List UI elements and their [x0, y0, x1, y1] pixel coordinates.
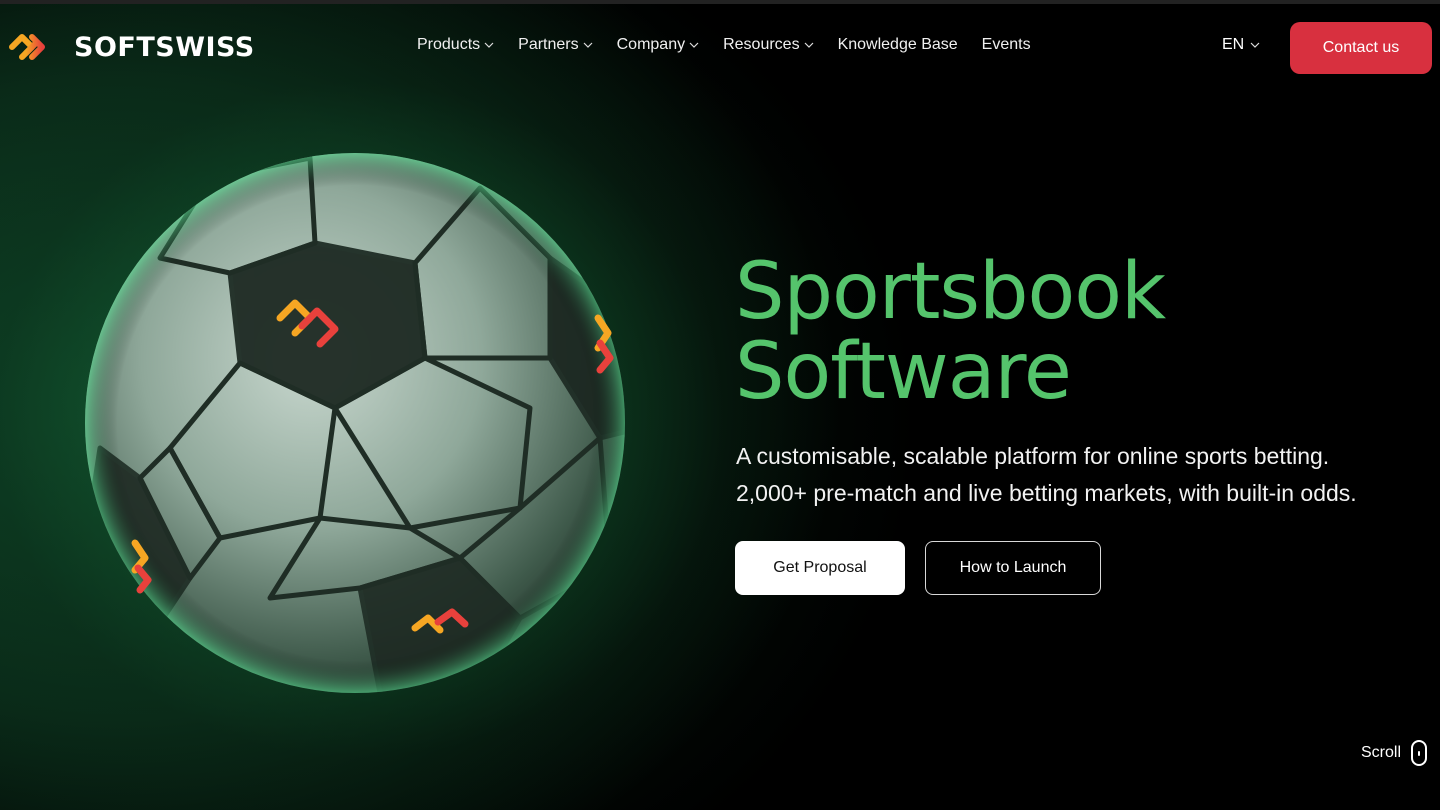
chevron-down-icon — [583, 42, 593, 48]
scroll-label: Scroll — [1361, 744, 1402, 761]
hero-title-line-1: Sportsbook — [735, 247, 1166, 337]
nav-item-label: Products — [417, 36, 481, 53]
mouse-icon — [1411, 740, 1428, 766]
hero-description-line-2: 2,000+ pre-match and live betting market… — [736, 480, 1357, 506]
nav-item-label: Partners — [518, 36, 579, 53]
softswiss-logo-icon — [9, 34, 45, 60]
chevron-down-icon — [1250, 42, 1260, 48]
nav-item-label: Knowledge Base — [837, 36, 958, 53]
how-to-launch-button[interactable]: How to Launch — [925, 541, 1101, 595]
nav-item-products[interactable]: Products — [417, 36, 494, 54]
chevron-down-icon — [484, 42, 494, 48]
softswiss-logo[interactable]: SOFTSWISS — [8, 30, 255, 64]
contact-us-button[interactable]: Contact us — [1290, 22, 1432, 74]
hero-description-line-1: A customisable, scalable platform for on… — [736, 443, 1330, 469]
nav-item-partners[interactable]: Partners — [518, 36, 593, 54]
language-label: EN — [1222, 36, 1245, 53]
nav-item-company[interactable]: Company — [617, 36, 699, 54]
main-nav: Products Partners Company Resources Know… — [417, 36, 1055, 54]
get-proposal-button[interactable]: Get Proposal — [735, 541, 905, 595]
nav-item-events[interactable]: Events — [982, 36, 1031, 54]
hero-title-line-2: Software — [735, 327, 1072, 417]
top-border — [0, 0, 1440, 4]
soccer-ball-image — [85, 153, 625, 693]
nav-item-knowledge-base[interactable]: Knowledge Base — [838, 36, 958, 54]
chevron-down-icon — [689, 42, 699, 48]
hero-description: A customisable, scalable platform for on… — [736, 438, 1436, 512]
nav-item-label: Resources — [723, 36, 800, 53]
language-selector[interactable]: EN — [1222, 36, 1260, 54]
scroll-indicator[interactable]: Scroll — [1361, 740, 1428, 766]
nav-item-resources[interactable]: Resources — [723, 36, 814, 54]
logo-text: SOFTSWISS — [74, 31, 255, 63]
nav-item-label: Company — [616, 36, 686, 53]
nav-item-label: Events — [981, 36, 1031, 53]
chevron-down-icon — [804, 42, 814, 48]
site-header: SOFTSWISS Products Partners Company Reso… — [0, 20, 1440, 76]
hero-title: Sportsbook Software — [735, 247, 1166, 417]
